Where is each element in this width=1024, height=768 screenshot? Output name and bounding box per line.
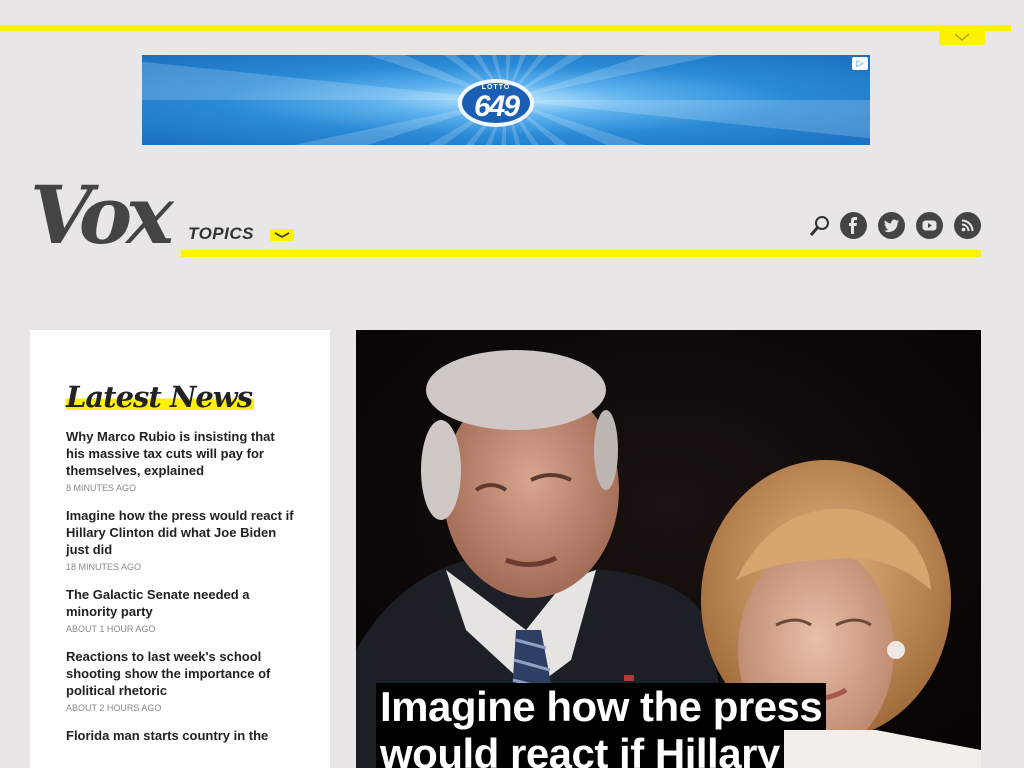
- news-item-time: ABOUT 2 HOURS AGO: [66, 703, 162, 713]
- news-item[interactable]: Why Marco Rubio is insisting that his ma…: [66, 428, 294, 493]
- header-underline: [181, 250, 981, 257]
- adchoices-icon[interactable]: ▷: [852, 57, 868, 70]
- news-item-title[interactable]: Why Marco Rubio is insisting that his ma…: [66, 428, 294, 479]
- ad-logo: LOTTO 649: [456, 75, 536, 129]
- latest-news-heading: Latest News: [66, 380, 255, 414]
- twitter-icon[interactable]: [878, 212, 905, 239]
- hero-headline[interactable]: Imagine how the press would react if Hil…: [376, 683, 856, 768]
- news-item-title[interactable]: The Galactic Senate needed a minority pa…: [66, 586, 294, 620]
- news-item[interactable]: Florida man starts country in the: [66, 727, 294, 744]
- hero-headline-text[interactable]: Imagine how the press would react if Hil…: [376, 683, 827, 768]
- search-icon[interactable]: [808, 213, 832, 239]
- topics-menu-label[interactable]: TOPICS: [188, 224, 254, 244]
- topics-chevron-icon[interactable]: [270, 229, 294, 241]
- facebook-icon[interactable]: [840, 212, 867, 239]
- hero-article[interactable]: Imagine how the press would react if Hil…: [356, 330, 981, 768]
- top-accent-stripe: [0, 25, 1011, 31]
- ad-logo-number: 649: [473, 90, 520, 123]
- news-item-time: 8 MINUTES AGO: [66, 483, 137, 493]
- news-item-title[interactable]: Florida man starts country in the: [66, 727, 294, 744]
- social-icons: [808, 212, 981, 239]
- chevron-down-icon: [954, 33, 970, 41]
- news-item[interactable]: The Galactic Senate needed a minority pa…: [66, 586, 294, 634]
- news-item[interactable]: Imagine how the press would react if Hil…: [66, 507, 294, 572]
- youtube-icon[interactable]: [916, 212, 943, 239]
- expand-tab[interactable]: [939, 29, 985, 45]
- news-item-time: ABOUT 1 HOUR AGO: [66, 624, 156, 634]
- news-item-title[interactable]: Reactions to last week's school shooting…: [66, 648, 294, 699]
- advertisement-banner[interactable]: LOTTO 649 ▷: [142, 55, 870, 145]
- vox-logo[interactable]: Vox: [30, 175, 174, 255]
- news-item-time: 18 MINUTES AGO: [66, 562, 142, 572]
- news-item-title[interactable]: Imagine how the press would react if Hil…: [66, 507, 294, 558]
- news-item[interactable]: Reactions to last week's school shooting…: [66, 648, 294, 713]
- latest-news-sidebar: Latest News Why Marco Rubio is insisting…: [30, 330, 330, 768]
- rss-icon[interactable]: [954, 212, 981, 239]
